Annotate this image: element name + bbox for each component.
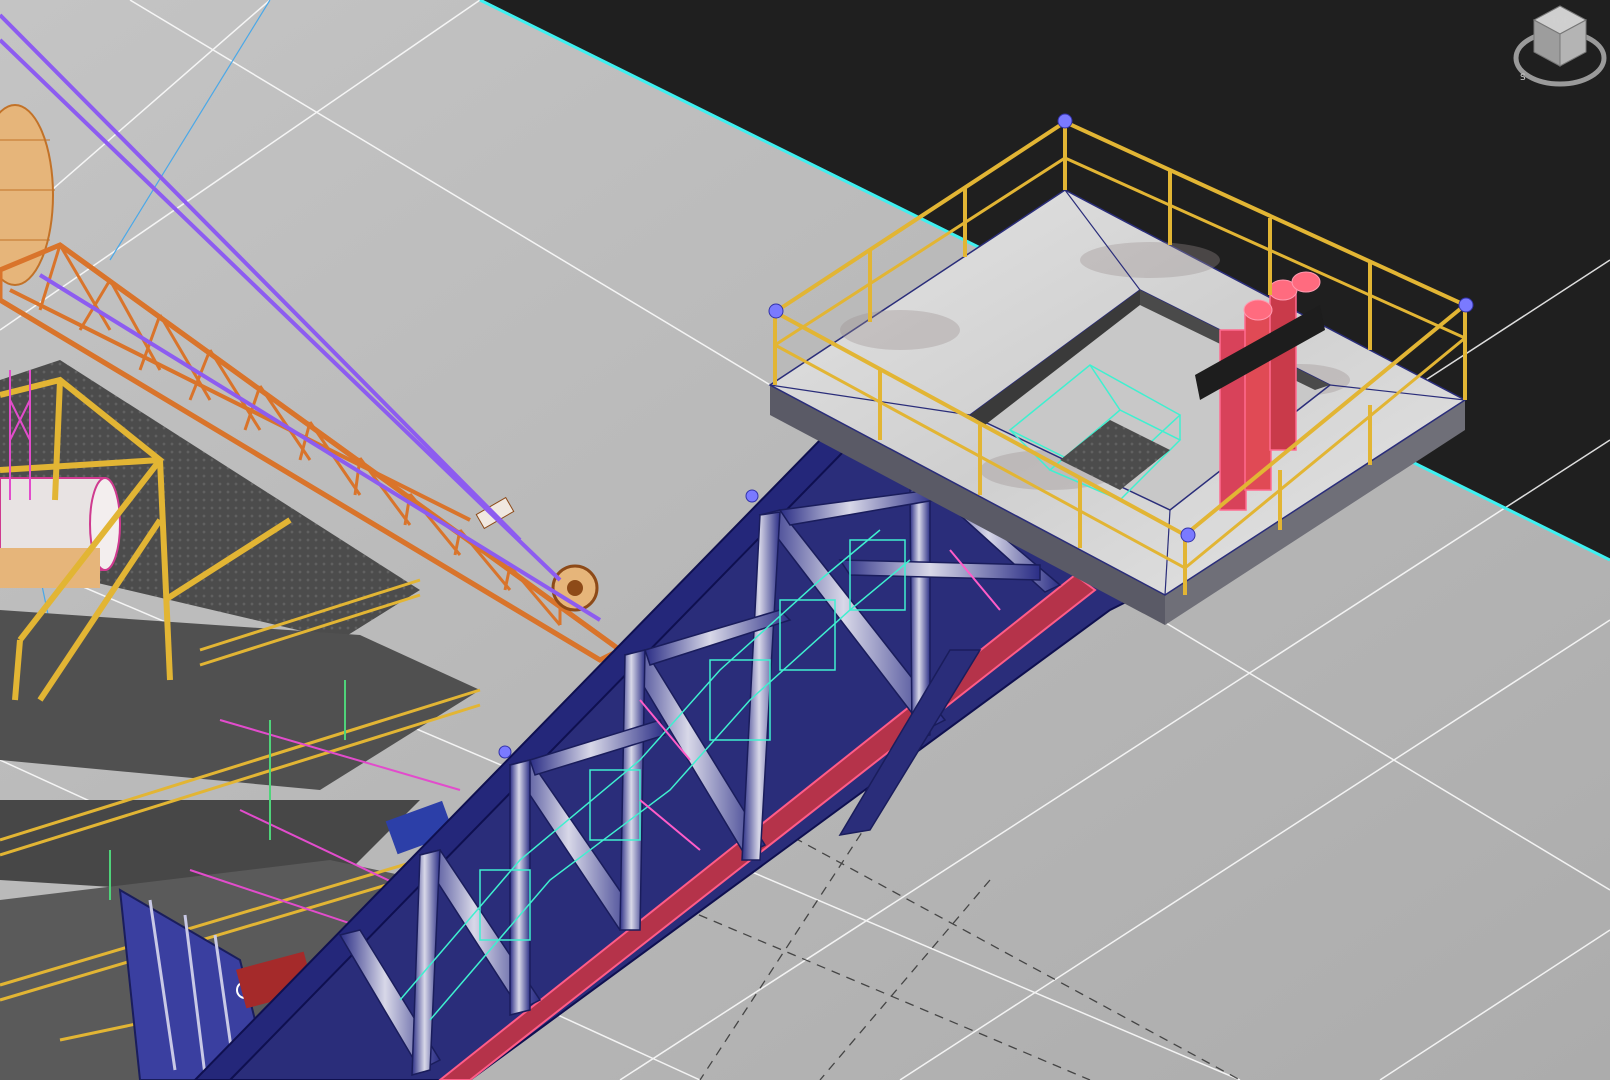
viewcube-compass-south: S [1520, 73, 1526, 83]
viewcube-icon[interactable]: TOP S [1498, 0, 1610, 100]
3d-viewport[interactable]: TOP S [0, 0, 1610, 1080]
truss-control-point[interactable] [745, 489, 759, 503]
viewport-scene[interactable] [0, 0, 1610, 1080]
railing-control-point[interactable] [1180, 527, 1196, 543]
railing-control-point[interactable] [1057, 113, 1073, 129]
railing-control-point[interactable] [1458, 297, 1474, 313]
viewcube[interactable]: TOP S [1498, 0, 1610, 100]
pipe [1269, 289, 1297, 451]
viewcube-top-label: TOP [1550, 16, 1570, 26]
truss-control-point[interactable] [498, 745, 512, 759]
railing-control-point[interactable] [768, 303, 784, 319]
